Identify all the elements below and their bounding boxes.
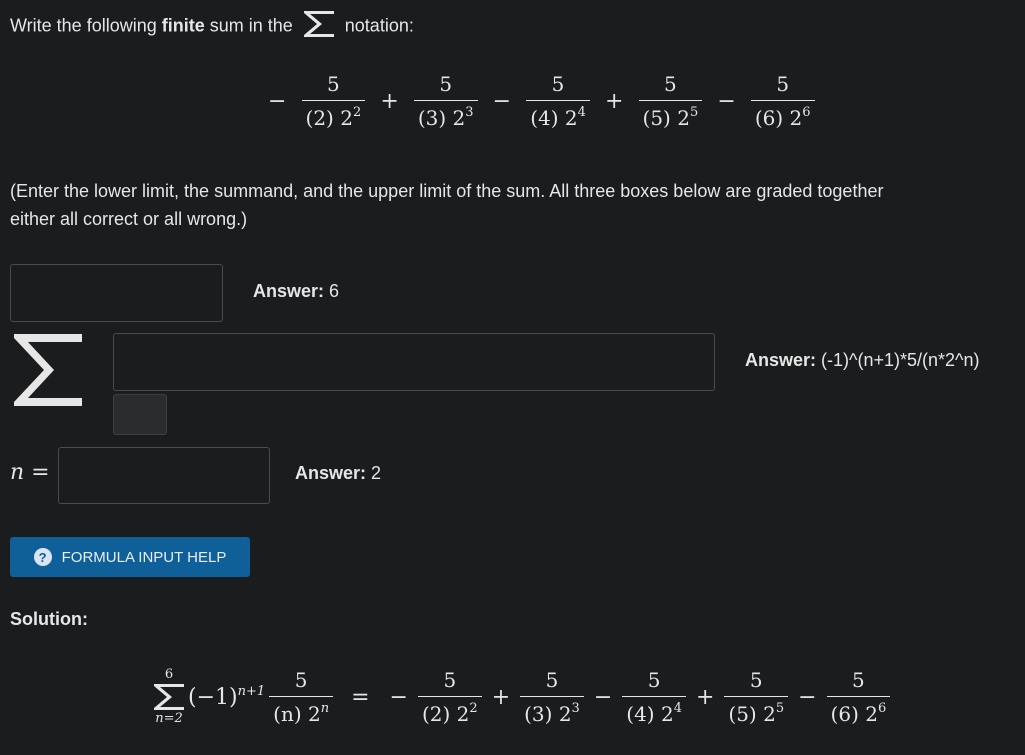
solution-expression: 6 n=2 (−1)n+1 5 (n) 2n = − 5 (2) 22 + 5 (3)… [152, 668, 894, 726]
solution-sum-symbol: 6 n=2 [152, 668, 186, 726]
solution-label: Solution: [10, 609, 88, 629]
equals-sign: = [351, 684, 370, 710]
term-fraction: 5 (2) 22 [301, 72, 366, 130]
term-sign: − [268, 88, 287, 114]
series-expression: − 5 (2) 22 + 5 (3) 23 − 5 (4) 24 + 5 (5) 25 … [262, 72, 819, 130]
question-icon: ? [33, 548, 52, 566]
summand-answer: Answer: (-1)^(n+1)*5/(n*2^n) [745, 350, 980, 370]
formula-input-help-button[interactable]: ? FORMULA INPUT HELP [10, 537, 250, 577]
upper-limit-input[interactable] [10, 264, 223, 322]
lower-limit-input[interactable] [58, 447, 270, 504]
instructions-note: (Enter the lower limit, the summand, and… [10, 181, 884, 229]
summand-preview-box [113, 394, 167, 435]
big-sigma-icon [10, 330, 86, 415]
term-sign: + [604, 88, 624, 114]
term-fraction: 5 (3) 23 [413, 72, 478, 130]
prompt-text: Write the following finite sum in the no… [10, 9, 414, 44]
sigma-icon [302, 9, 336, 44]
summand-fraction: 5 (n) 2n [269, 668, 334, 726]
term-fraction: 5 (4) 24 [526, 72, 590, 130]
prompt-bold-word: finite [161, 15, 205, 36]
lower-limit-label: n = [10, 460, 50, 485]
term-sign: − [717, 88, 736, 114]
term-sign: + [380, 88, 399, 114]
sigma-icon [154, 684, 184, 710]
term-sign: − [492, 88, 512, 114]
term-fraction: 5 (5) 25 [638, 72, 703, 130]
upper-answer: Answer: 6 [253, 281, 340, 301]
lower-answer: Answer: 2 [295, 463, 382, 483]
term-fraction: 5 (6) 26 [750, 72, 815, 130]
summand-input[interactable] [113, 333, 715, 391]
